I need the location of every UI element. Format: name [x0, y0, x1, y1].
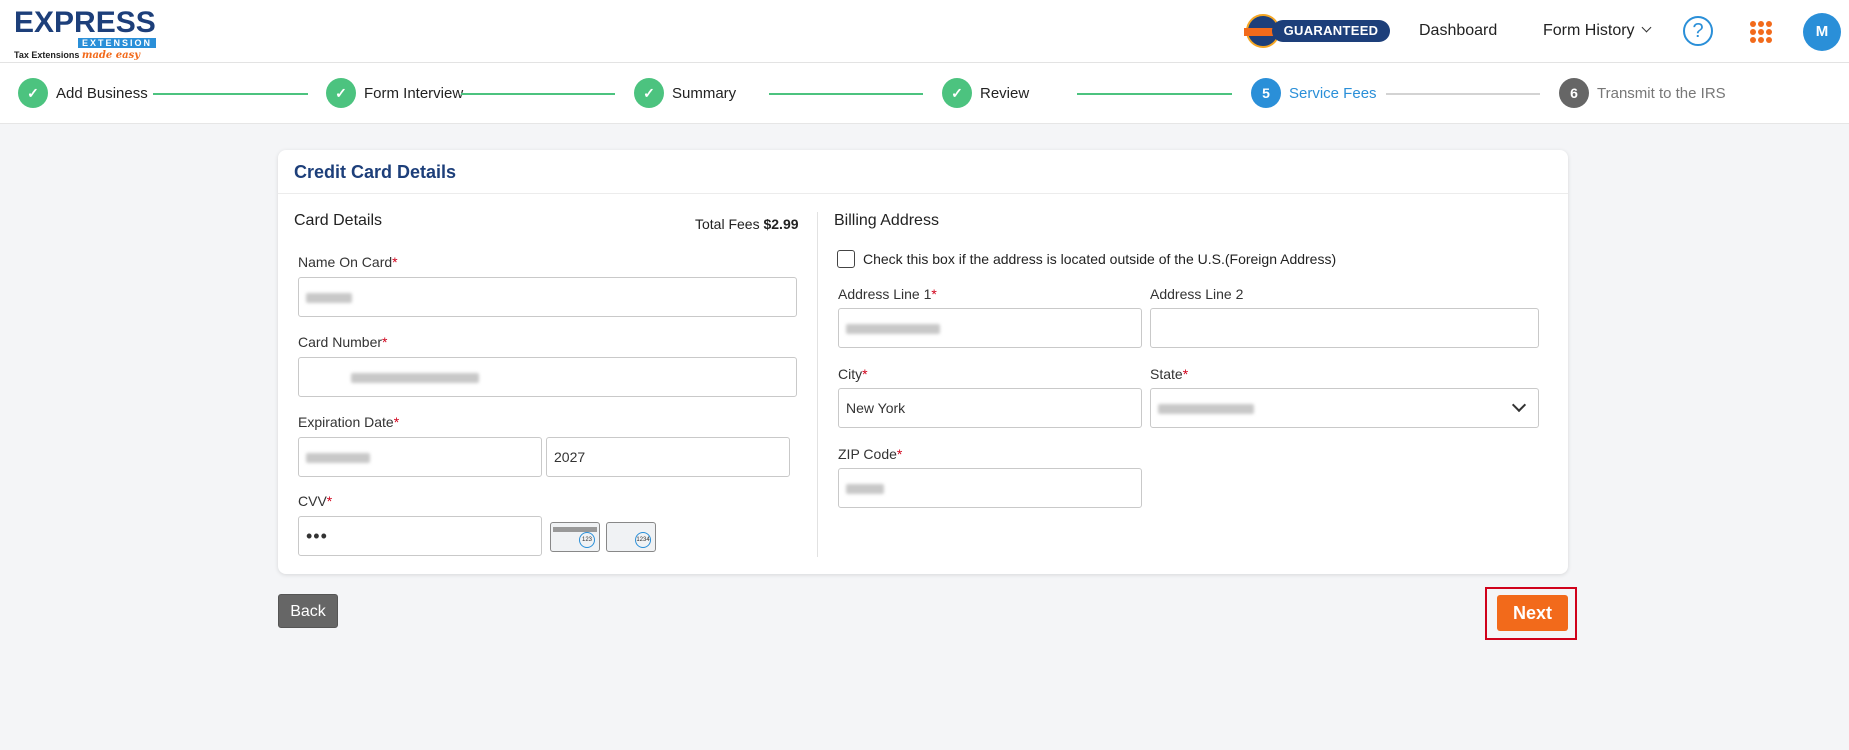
step-label: Form Interview — [364, 84, 464, 102]
masked-value — [846, 324, 940, 335]
step-number: 5 — [1251, 78, 1281, 108]
masked-value — [306, 453, 370, 464]
step-label: Transmit to the IRS — [1597, 84, 1726, 102]
address-line2-input[interactable] — [1150, 308, 1539, 348]
logo-subtext: EXTENSION — [78, 38, 156, 48]
divider — [278, 193, 1568, 194]
back-button[interactable]: Back — [278, 594, 338, 628]
step-connector — [1386, 93, 1540, 95]
address-line1-label: Address Line 1* — [838, 286, 937, 302]
card-number-label: Card Number* — [298, 334, 388, 350]
panel-title: Credit Card Details — [294, 162, 457, 182]
column-divider — [817, 212, 818, 557]
zip-code-input[interactable] — [838, 468, 1142, 508]
step-number: 6 — [1559, 78, 1589, 108]
step-label: Add Business — [56, 84, 148, 102]
state-label: State* — [1150, 366, 1189, 382]
expiration-year-select[interactable]: 2027 — [546, 437, 790, 477]
logo-wordmark: EXPRESS — [14, 6, 156, 39]
step-form-interview[interactable]: ✓ Form Interview — [326, 78, 463, 108]
card-back-cvv-icon: 123 — [550, 522, 600, 552]
card-details-heading: Card Details — [294, 212, 383, 229]
top-header: EXPRESS EXTENSION Tax Extensions made ea… — [0, 0, 1849, 63]
expiration-month-select[interactable] — [298, 437, 542, 477]
logo-tagline: Tax Extensions made easy — [14, 50, 140, 61]
help-icon[interactable]: ? — [1683, 16, 1713, 46]
logo-tagline-script: made easy — [81, 50, 141, 61]
masked-value — [1158, 404, 1254, 415]
check-icon: ✓ — [634, 78, 664, 108]
amex-front-cvv-icon: 1234 — [606, 522, 656, 552]
guaranteed-label: GUARANTEED — [1272, 20, 1390, 42]
step-connector — [153, 93, 308, 95]
address-line2-label: Address Line 2 — [1150, 286, 1244, 302]
masked-value — [846, 484, 884, 495]
name-on-card-input[interactable] — [298, 277, 797, 317]
form-history-menu[interactable]: Form History — [1543, 22, 1652, 40]
next-button[interactable]: Next — [1497, 595, 1568, 631]
step-label: Service Fees — [1289, 84, 1377, 102]
progress-stepper: ✓ Add Business ✓ Form Interview ✓ Summar… — [0, 63, 1849, 124]
chevron-down-icon — [1511, 397, 1527, 413]
logo-tagline-text: Tax Extensions — [14, 50, 80, 60]
zip-code-label: ZIP Code* — [838, 446, 903, 462]
apps-grid-icon[interactable] — [1750, 21, 1772, 43]
chevron-down-icon — [1641, 22, 1652, 33]
masked-value — [351, 373, 479, 384]
cvv-label: CVV* — [298, 493, 333, 509]
guaranteed-badge: GUARANTEED — [1244, 14, 1394, 48]
check-icon: ✓ — [942, 78, 972, 108]
step-connector — [461, 93, 615, 95]
step-connector — [1077, 93, 1232, 95]
step-label: Review — [980, 84, 1030, 102]
total-fees: Total Fees $2.99 — [695, 216, 799, 232]
expiration-date-label: Expiration Date* — [298, 414, 400, 430]
user-avatar[interactable]: M — [1803, 13, 1841, 51]
billing-address-heading: Billing Address — [834, 212, 939, 229]
cvv-input[interactable]: ••• — [298, 516, 542, 556]
card-number-input[interactable] — [298, 357, 797, 397]
check-icon: ✓ — [18, 78, 48, 108]
foreign-address-label[interactable]: Check this box if the address is located… — [863, 251, 1336, 267]
check-icon: ✓ — [326, 78, 356, 108]
step-connector — [769, 93, 923, 95]
name-on-card-label: Name On Card* — [298, 254, 398, 270]
total-fees-value: $2.99 — [763, 216, 799, 232]
city-input[interactable]: New York — [838, 388, 1142, 428]
step-transmit-irs: 6 Transmit to the IRS — [1559, 78, 1726, 108]
form-history-label: Form History — [1543, 22, 1635, 39]
step-label: Summary — [672, 84, 737, 102]
express-extension-logo[interactable]: EXPRESS EXTENSION Tax Extensions made ea… — [12, 6, 156, 61]
masked-value — [306, 293, 352, 304]
credit-card-details-panel: Credit Card Details Card Details Total F… — [278, 150, 1568, 574]
state-select[interactable] — [1150, 388, 1539, 428]
step-add-business[interactable]: ✓ Add Business — [18, 78, 148, 108]
step-service-fees[interactable]: 5 Service Fees — [1251, 78, 1377, 108]
step-summary[interactable]: ✓ Summary — [634, 78, 736, 108]
foreign-address-checkbox[interactable] — [837, 250, 855, 268]
city-label: City* — [838, 366, 868, 382]
dashboard-link[interactable]: Dashboard — [1419, 22, 1497, 40]
total-fees-label: Total Fees — [695, 216, 760, 232]
address-line1-input[interactable] — [838, 308, 1142, 348]
step-review[interactable]: ✓ Review — [942, 78, 1029, 108]
